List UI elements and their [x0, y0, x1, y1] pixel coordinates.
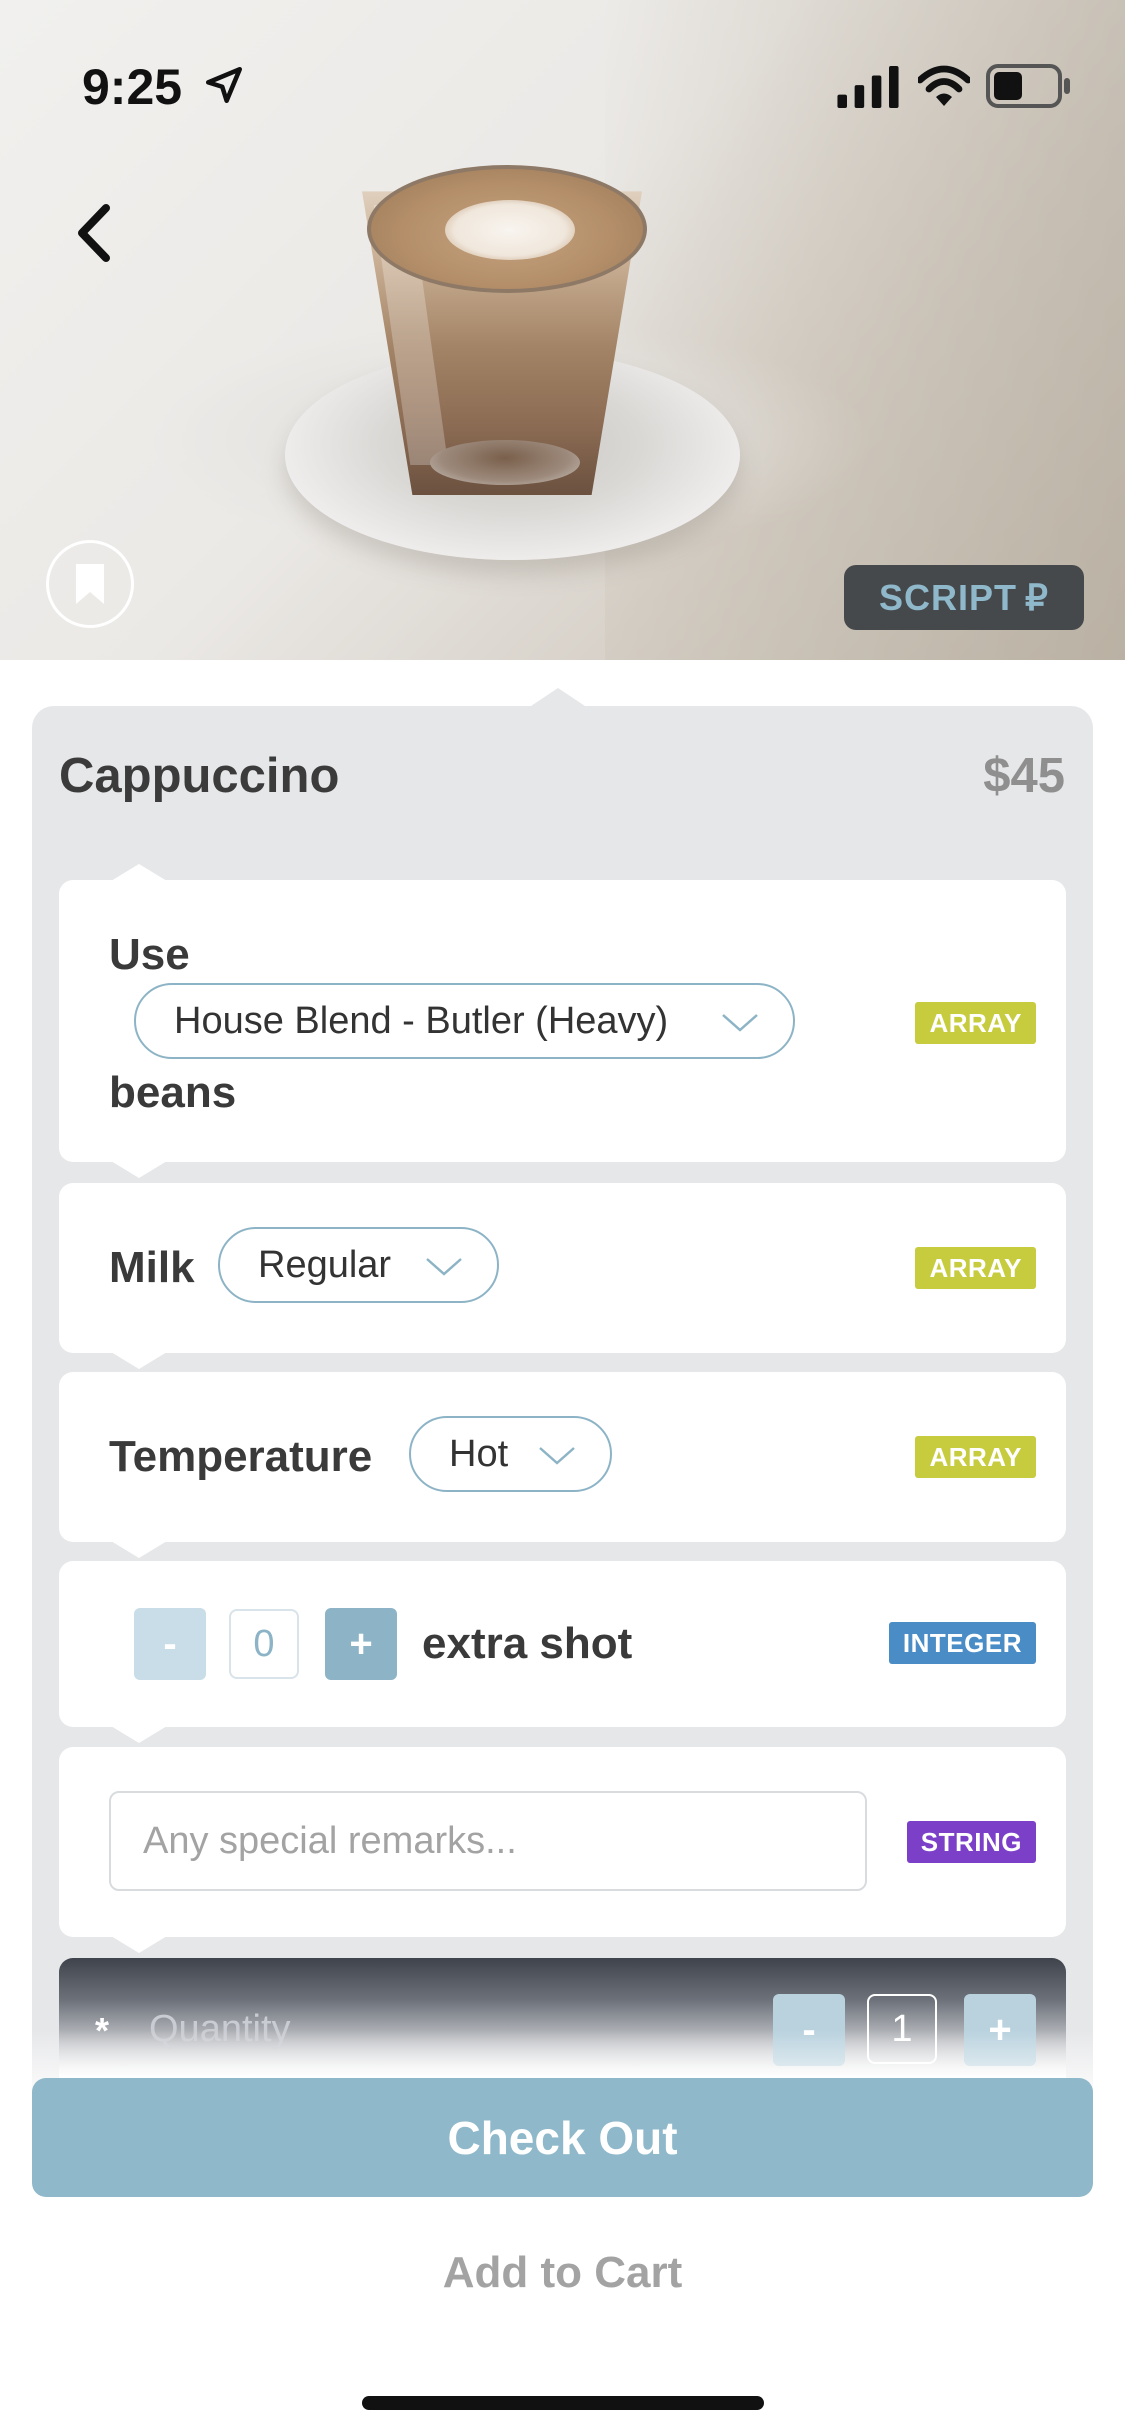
status-time: 9:25 [82, 59, 183, 115]
location-arrow-icon [205, 66, 243, 104]
chevron-down-icon [539, 1447, 575, 1465]
extra-shot-value[interactable]: 0 [229, 1609, 299, 1679]
temperature-select[interactable]: Hot [409, 1416, 612, 1492]
beans-prefix-label: Use [109, 930, 190, 979]
type-badge-array: ARRAY [915, 1247, 1036, 1289]
type-badge-string: STRING [906, 1821, 1036, 1863]
brand-badge-text: SCRIPT [879, 576, 1018, 618]
option-beans: Use House Blend - Butler (Heavy) beans A… [59, 864, 1066, 1178]
home-indicator [362, 2396, 764, 2410]
option-remarks: Any special remarks... STRING [59, 1747, 1066, 1953]
latte-art [445, 200, 575, 260]
chevron-down-icon [722, 1014, 758, 1032]
chevron-down-icon [426, 1258, 462, 1276]
milk-select-value: Regular [258, 1243, 392, 1286]
product-name: Cappuccino [59, 749, 340, 803]
beans-select[interactable]: House Blend - Butler (Heavy) [134, 983, 795, 1059]
option-temperature: Temperature Hot ARRAY [59, 1372, 1066, 1558]
checkout-button[interactable]: Check Out [32, 2078, 1093, 2197]
extra-shot-decrement-button[interactable]: - [134, 1608, 206, 1680]
milk-select[interactable]: Regular [218, 1227, 499, 1303]
brand-badge: SCRIPT ₽ [844, 565, 1084, 630]
temperature-select-value: Hot [449, 1432, 509, 1475]
battery-icon [986, 64, 1070, 108]
card-notch [528, 688, 588, 708]
bookmark-icon [76, 564, 104, 604]
extra-shot-label: extra shot [422, 1619, 633, 1668]
temperature-label: Temperature [109, 1432, 373, 1481]
brand-badge-glyph: ₽ [1025, 576, 1049, 618]
signal-icon [837, 66, 899, 108]
add-to-cart-button[interactable]: Add to Cart [0, 2248, 1125, 2298]
glass-base [430, 440, 580, 485]
wifi-icon [918, 65, 970, 106]
type-badge-integer: INTEGER [888, 1622, 1036, 1664]
product-price: $45 [983, 749, 1065, 803]
extra-shot-increment-button[interactable]: + [325, 1608, 397, 1680]
beans-select-value: House Blend - Butler (Heavy) [174, 999, 669, 1042]
type-badge-array: ARRAY [915, 1436, 1036, 1478]
type-badge-array: ARRAY [915, 1002, 1036, 1044]
option-milk: Milk Regular ARRAY [59, 1183, 1066, 1369]
bookmark-button[interactable] [46, 540, 134, 628]
beans-suffix-label: beans [109, 1068, 237, 1117]
milk-label: Milk [109, 1243, 195, 1292]
remarks-input[interactable]: Any special remarks... [109, 1791, 867, 1891]
option-extra-shot: - 0 + extra shot INTEGER [59, 1561, 1066, 1743]
back-chevron-icon[interactable] [70, 200, 120, 266]
